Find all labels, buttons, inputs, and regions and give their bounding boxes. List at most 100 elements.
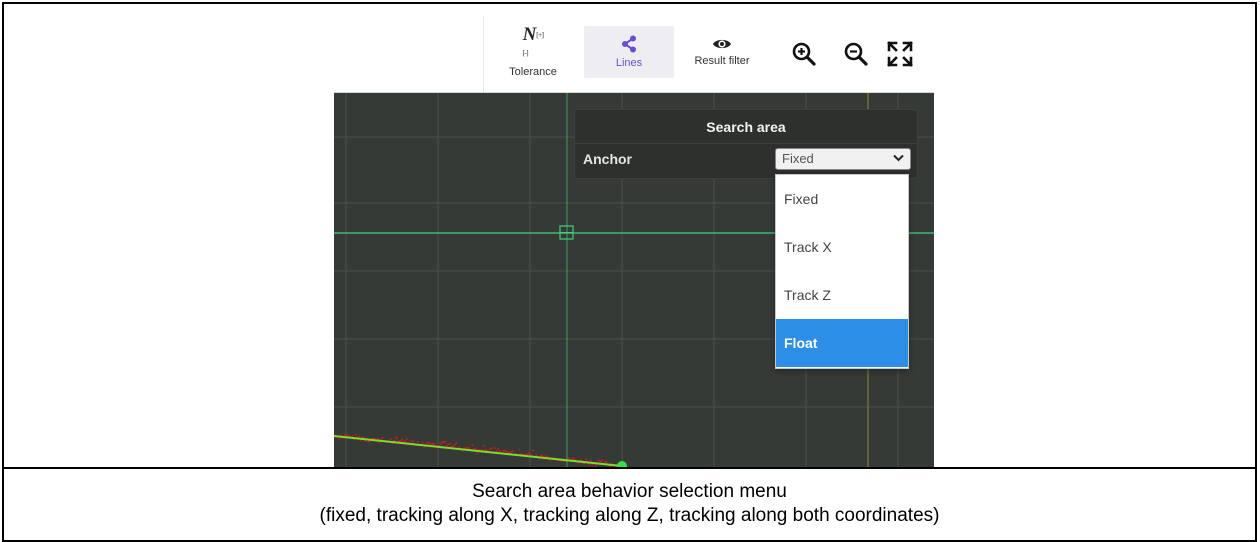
measurement-point (529, 453, 531, 455)
measurement-point (352, 435, 354, 437)
measurement-point (446, 445, 448, 447)
anchor-label: Anchor (583, 151, 632, 167)
zoom-out-icon (843, 41, 869, 67)
measurement-point (427, 442, 429, 444)
caption-divider (2, 467, 1257, 469)
measurement-point (542, 455, 544, 457)
measurement-point (412, 441, 414, 443)
measurement-point (489, 448, 491, 450)
measurement-point (417, 441, 419, 443)
measurement-point (382, 437, 384, 439)
lines-button[interactable]: Lines (584, 26, 674, 78)
measurement-point (540, 455, 542, 457)
measurement-point (432, 443, 434, 445)
measurement-point (403, 441, 405, 443)
measurement-point (502, 450, 504, 452)
result-filter-button[interactable]: Result filter (680, 26, 764, 78)
measurement-point (454, 444, 456, 446)
fit-expand-icon (887, 41, 913, 67)
measurement-point (507, 451, 509, 453)
measurement-point (505, 451, 507, 453)
measurement-point (465, 447, 467, 449)
anchor-dropdown-menu: Fixed Track X Track Z Float (775, 174, 909, 369)
tolerance-button[interactable]: N[+][-] Tolerance (494, 26, 572, 78)
anchor-option-fixed[interactable]: Fixed (776, 175, 908, 223)
measurement-point (456, 442, 458, 444)
measurement-point (444, 441, 446, 443)
anchor-option-float[interactable]: Float (776, 319, 908, 367)
measurement-point (475, 448, 477, 450)
measurement-point (484, 449, 486, 451)
measurement-point (347, 434, 349, 436)
measurement-point (467, 447, 469, 449)
measurement-point (396, 438, 398, 440)
measurement-point (590, 460, 592, 462)
anchor-option-track-x[interactable]: Track X (776, 223, 908, 271)
measurement-point (355, 434, 357, 436)
measurement-point (404, 441, 406, 443)
fitted-line (334, 436, 622, 466)
measurement-point (497, 448, 499, 450)
figure-caption: Search area behavior selection menu (fix… (2, 480, 1257, 528)
tolerance-label: Tolerance (509, 66, 557, 78)
search-area-title: Search area (575, 110, 917, 144)
measurement-point (433, 444, 435, 446)
measurement-point (422, 442, 424, 444)
measurement-point (494, 447, 496, 449)
measurement-point (585, 459, 587, 461)
anchor-option-track-z[interactable]: Track Z (776, 271, 908, 319)
anchor-select[interactable]: Fixed (775, 148, 911, 170)
measurement-point (390, 438, 392, 440)
measurement-point (545, 455, 547, 457)
measurement-point (568, 457, 570, 459)
measurement-point (395, 437, 397, 439)
measurement-point (449, 443, 451, 445)
measurement-point (441, 442, 443, 444)
measurement-point (518, 449, 520, 451)
eye-icon (712, 37, 732, 51)
measurement-point (496, 450, 498, 452)
measurement-point (510, 451, 512, 453)
share-nodes-icon (621, 35, 637, 53)
measurement-point (406, 438, 408, 440)
measurement-point (443, 442, 445, 444)
measurement-point (572, 457, 574, 459)
measurement-point (339, 438, 341, 440)
zoom-out-button[interactable] (840, 38, 872, 70)
caption-line-1: Search area behavior selection menu (2, 480, 1257, 504)
measurement-point (606, 461, 608, 463)
measurement-point (440, 443, 442, 445)
measurement-point (532, 450, 534, 452)
measurement-point (499, 450, 501, 452)
zoom-in-button[interactable] (788, 38, 820, 70)
measurement-point (358, 436, 360, 438)
result-filter-label: Result filter (694, 55, 749, 67)
zoom-in-icon (791, 41, 817, 67)
tolerance-icon: N[+][-] (523, 26, 544, 62)
chevron-down-icon (893, 154, 904, 162)
toolbar: N[+][-] Tolerance Lines Result filter (334, 16, 934, 93)
measurement-point (428, 442, 430, 444)
search-area-panel: Search area Anchor Fixed (574, 109, 918, 179)
measurement-point (400, 440, 402, 442)
measurement-point (491, 447, 493, 449)
app-screenshot: N[+][-] Tolerance Lines Result filter (334, 16, 934, 468)
measurement-point (452, 445, 454, 447)
measurement-point (459, 447, 461, 449)
measurement-point (344, 434, 346, 436)
measurement-point (504, 449, 506, 451)
measurement-point (528, 452, 530, 454)
toolbar-separator (483, 16, 484, 92)
measurement-point (580, 459, 582, 461)
measurement-point (601, 460, 603, 462)
measurement-point (401, 439, 403, 441)
lines-label: Lines (616, 57, 642, 69)
measurement-point (448, 444, 450, 446)
anchor-select-value: Fixed (782, 151, 814, 166)
measurement-point (468, 448, 470, 450)
measurement-point (598, 460, 600, 462)
measurement-point (368, 441, 370, 443)
measurement-point (483, 445, 485, 447)
fit-view-button[interactable] (884, 38, 916, 70)
measurement-point (411, 440, 413, 442)
